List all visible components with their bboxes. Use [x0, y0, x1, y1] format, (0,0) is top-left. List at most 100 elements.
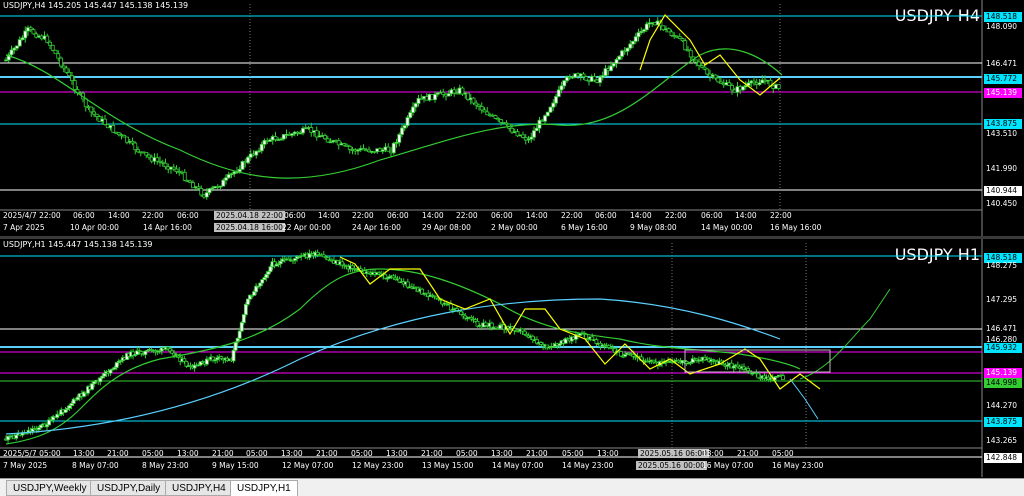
candle-body — [562, 80, 567, 87]
candle-body — [669, 31, 674, 37]
candle-body — [114, 362, 119, 368]
candle-body — [266, 271, 271, 275]
candle-body — [633, 36, 638, 42]
h1-plot[interactable] — [0, 239, 984, 477]
candle-body — [67, 71, 72, 77]
h4-time-label: 22:00 — [142, 211, 164, 220]
candle-body — [133, 142, 138, 151]
chart-h4[interactable]: USDJPY,H4 145.205 145.447 145.138 145.13… — [0, 0, 1024, 236]
h4-time-label: 06:00 — [491, 211, 513, 220]
h4-time-label: 14:00 — [108, 211, 130, 220]
h4-time-label: 14:00 — [630, 211, 652, 220]
h4-date-tag: 2025.04.18 16:00 — [214, 223, 285, 232]
h1-time-label: 21:00 — [421, 449, 443, 458]
h1-time-label: 13:00 — [386, 449, 408, 458]
candle-body — [697, 61, 701, 66]
candle-body — [67, 405, 72, 409]
candle-body — [241, 314, 246, 323]
candle-body — [776, 84, 781, 90]
h4-time-label: 22:00 — [561, 211, 583, 220]
h1-bottom-tag: 142.848 — [984, 453, 1022, 463]
h1-time-label: 05:00 — [772, 449, 794, 458]
h1-date-label: 14 May 07:00 — [492, 461, 544, 470]
candle-body — [103, 118, 107, 125]
candle-body — [716, 77, 721, 83]
h1-time-axis: 2025/5/7 05:00 13:00 21:00 05:00 13:00 2… — [0, 449, 980, 461]
candle-body — [182, 171, 187, 181]
candle-body — [207, 188, 212, 194]
h1-time-axis-2: 7 May 2025 8 May 07:00 8 May 23:00 9 May… — [0, 461, 980, 473]
candle-body — [264, 273, 269, 279]
chart-tab-bar: USDJPY,Weekly USDJPY,Daily USDJPY,H4 USD… — [0, 478, 1024, 496]
candle-body — [479, 106, 484, 111]
tab-usdjpy-h4[interactable]: USDJPY,H4 — [165, 480, 233, 496]
candle-body — [260, 279, 265, 284]
h1-magenta-tag: 145.139 — [984, 368, 1022, 378]
h1-date-label: 7 May 2025 — [3, 461, 48, 470]
candle-body — [499, 119, 503, 123]
candle-body — [17, 39, 22, 47]
candle-body — [617, 56, 622, 60]
projection-line — [799, 288, 891, 380]
h4-time-label: 06:00 — [387, 211, 409, 220]
h4-time-label: 22:00 — [456, 211, 478, 220]
candle-body — [584, 76, 589, 81]
candle-body — [383, 274, 388, 279]
h1-time-label: 05:00 — [456, 449, 478, 458]
candle-body — [268, 266, 273, 273]
candle-body — [233, 341, 238, 351]
candle-body — [688, 49, 693, 58]
h1-time-label: 05:00 — [351, 449, 373, 458]
h1-green-tag: 144.998 — [984, 378, 1022, 388]
tab-usdjpy-weekly[interactable]: USDJPY,Weekly — [6, 480, 94, 496]
candle-body — [636, 32, 641, 38]
candle-body — [155, 157, 160, 162]
h1-time-label: 21:00 — [316, 449, 338, 458]
h4-price-label: 140.450 — [986, 199, 1018, 208]
h4-time-label: 14:00 — [422, 211, 444, 220]
candle-body — [609, 65, 613, 71]
h1-time-label: 21:00 — [737, 449, 759, 458]
h4-plot[interactable] — [0, 0, 984, 236]
h1-time-label: 21:00 — [212, 449, 234, 458]
candle-body — [556, 89, 561, 97]
candle-body — [340, 261, 345, 266]
candle-body — [730, 85, 734, 91]
h4-date-label: 9 May 08:00 — [630, 223, 677, 232]
candle-body — [459, 311, 464, 315]
h4-time-label: 22:00 — [665, 211, 687, 220]
candle-body — [413, 103, 418, 108]
candle-body — [666, 28, 671, 33]
h4-time-label: 06:00 — [177, 211, 199, 220]
candle-body — [63, 409, 68, 413]
candle-body — [323, 135, 327, 140]
h1-cyan-tag: 145.932 — [984, 343, 1022, 353]
candle-body — [530, 335, 535, 341]
candle-body — [522, 330, 527, 335]
h1-date-label: 12 May 07:00 — [282, 461, 334, 470]
h1-time-label: 13:00 — [702, 449, 724, 458]
chart-h1[interactable]: USDJPY,H1 145.447 145.138 145.139 USDJPY… — [0, 239, 1024, 477]
tab-usdjpy-h1[interactable]: USDJPY,H1 — [230, 480, 298, 496]
h1-time-label: 05:00 — [562, 449, 584, 458]
candle-body — [258, 282, 263, 287]
candle-body — [204, 192, 209, 198]
h4-time-label: 2025/4/7 22:00 — [3, 211, 61, 220]
h4-price-label: 146.471 — [986, 59, 1018, 68]
candle-body — [111, 125, 116, 133]
candle-body — [713, 74, 718, 79]
candle-body — [559, 85, 564, 91]
tab-usdjpy-daily[interactable]: USDJPY,Daily — [90, 480, 168, 496]
h4-time-label: 14:00 — [318, 211, 340, 220]
h1-date-label: 16 May 23:00 — [772, 461, 824, 470]
candle-body — [83, 98, 88, 108]
candle-body — [9, 49, 14, 56]
h4-date-label: 22 Apr 00:00 — [282, 223, 331, 232]
ma-slow-line — [5, 298, 781, 435]
h1-time-label: 13:00 — [281, 449, 303, 458]
h1-time-label: 13:00 — [491, 449, 513, 458]
h4-high-tag: 148.518 — [984, 12, 1022, 22]
h1-date-label: 16 May 07:00 — [702, 461, 754, 470]
candle-body — [493, 115, 498, 119]
candle-body — [408, 112, 413, 118]
